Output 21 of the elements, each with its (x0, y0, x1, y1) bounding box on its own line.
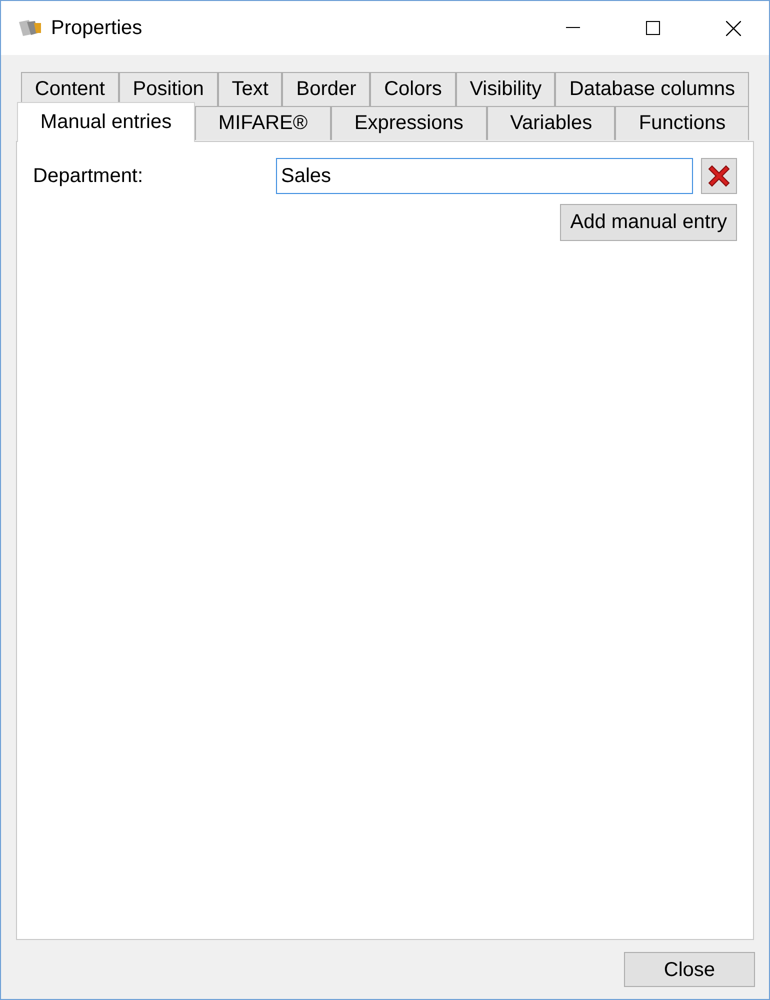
tab[interactable]: Colors (370, 72, 456, 106)
tab[interactable]: Variables (486, 106, 616, 140)
close-icon[interactable] (726, 20, 740, 36)
tab[interactable]: MIFARE® (195, 106, 332, 140)
tab[interactable]: Visibility (456, 72, 556, 106)
delete-button[interactable] (701, 158, 737, 194)
tab[interactable]: Border (282, 72, 370, 106)
app-icon (17, 18, 43, 38)
tab[interactable]: Manual entries (17, 102, 195, 142)
minimize-icon[interactable] (566, 27, 580, 29)
add-entry-button[interactable]: Add manual entry (560, 204, 737, 241)
tab[interactable]: Database columns (555, 72, 749, 106)
tab[interactable]: Functions (615, 106, 750, 140)
tab[interactable]: Expressions (331, 106, 487, 140)
maximize-icon[interactable] (646, 21, 660, 35)
tab[interactable]: Position (118, 72, 218, 106)
input-field[interactable]: Sales (276, 158, 693, 194)
close-button[interactable]: Close (624, 952, 755, 987)
tab[interactable]: Text (218, 72, 282, 106)
window-title: Properties (51, 16, 144, 40)
field-label: Department: (33, 164, 144, 188)
